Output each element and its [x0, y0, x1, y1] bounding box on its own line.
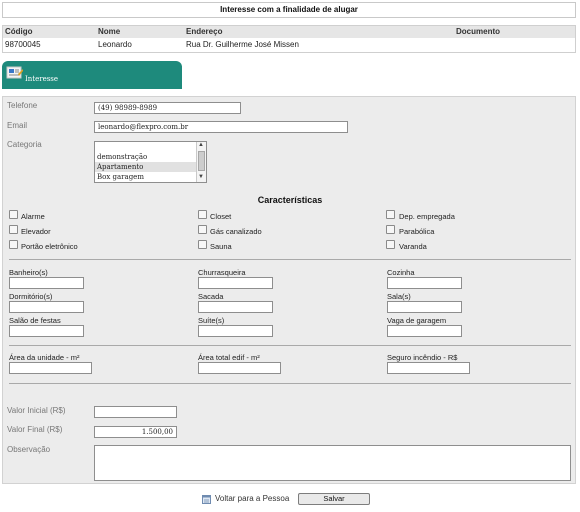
portao-eletronico-label: Portão eletrônico	[21, 242, 78, 251]
col-codigo-header: Código	[5, 27, 33, 36]
valor-final-label: Valor Final (R$)	[7, 425, 63, 434]
valor-inicial-label: Valor Inicial (R$)	[7, 406, 66, 415]
divider	[9, 259, 571, 260]
scroll-thumb[interactable]	[198, 151, 205, 171]
observacao-textarea[interactable]	[94, 445, 571, 481]
sauna-checkbox[interactable]	[198, 240, 207, 249]
col-nome-header: Nome	[98, 27, 121, 36]
categoria-label: Categoria	[7, 140, 42, 149]
client-table: Código Nome Endereço Documento 98700045 …	[2, 25, 576, 53]
cell-nome: Leonardo	[98, 40, 132, 49]
dep-empregada-checkbox[interactable]	[386, 210, 395, 219]
categoria-option[interactable]: demonstração	[95, 152, 196, 162]
caracteristicas-title: Características	[257, 195, 323, 205]
save-button[interactable]: Salvar	[298, 493, 370, 505]
sacada-label: Sacada	[198, 292, 224, 301]
scroll-down-icon[interactable]: ▼	[198, 174, 204, 181]
observacao-label: Observação	[7, 445, 51, 454]
categoria-listbox[interactable]: demonstração Apartamento Box garagem ▲ ▼	[94, 141, 207, 183]
area-total-input[interactable]	[198, 362, 281, 374]
calendar-icon[interactable]	[202, 495, 211, 504]
sacada-input[interactable]	[198, 301, 273, 313]
divider	[9, 383, 571, 384]
parabolica-label: Parabólica	[399, 227, 435, 236]
valor-inicial-input[interactable]	[94, 406, 177, 418]
parabolica-checkbox[interactable]	[386, 225, 395, 234]
col-documento-header: Documento	[456, 27, 500, 36]
cozinha-input[interactable]	[387, 277, 462, 289]
cell-codigo: 98700045	[5, 40, 41, 49]
area-unidade-input[interactable]	[9, 362, 92, 374]
seguro-incendio-input[interactable]	[387, 362, 470, 374]
interest-form-panel: Telefone (49) 98989-8989 Email leonardo@…	[2, 96, 576, 484]
suites-input[interactable]	[198, 325, 273, 337]
vaga-de-garagem-input[interactable]	[387, 325, 462, 337]
categoria-option[interactable]: Box garagem	[95, 172, 196, 182]
gas-canalizado-label: Gás canalizado	[210, 227, 262, 236]
scroll-up-icon[interactable]: ▲	[198, 142, 204, 149]
portao-eletronico-checkbox[interactable]	[9, 240, 18, 249]
varanda-label: Varanda	[399, 242, 427, 251]
salao-de-festas-label: Salão de festas	[9, 316, 61, 325]
email-label: Email	[7, 121, 28, 130]
cell-endereco: Rua Dr. Guilherme José Missen	[186, 40, 299, 49]
churrasqueira-label: Churrasqueira	[198, 268, 246, 277]
telefone-input[interactable]: (49) 98989-8989	[94, 102, 241, 114]
gas-canalizado-checkbox[interactable]	[198, 225, 207, 234]
area-unidade-label: Área da unidade - m²	[9, 353, 80, 362]
categoria-option-selected[interactable]: Apartamento	[95, 162, 196, 172]
salas-input[interactable]	[387, 301, 462, 313]
varanda-checkbox[interactable]	[386, 240, 395, 249]
telefone-label: Telefone	[7, 101, 38, 110]
elevador-checkbox[interactable]	[9, 225, 18, 234]
seguro-incendio-label: Seguro incêndio - R$	[387, 353, 458, 362]
page-title: Interesse com a finalidade de alugar	[2, 2, 576, 18]
dormitorios-label: Dormitório(s)	[9, 292, 53, 301]
table-header: Código Nome Endereço Documento	[3, 26, 575, 38]
email-input[interactable]: leonardo@flexpro.com.br	[94, 121, 348, 133]
form-card-icon	[6, 66, 23, 79]
sauna-label: Sauna	[210, 242, 232, 251]
tab-label: Interesse	[25, 75, 59, 83]
valor-final-input[interactable]: 1.500,00	[94, 426, 177, 438]
closet-label: Closet	[210, 212, 232, 221]
dep-empregada-label: Dep. empregada	[399, 212, 455, 221]
table-row[interactable]: 98700045 Leonardo Rua Dr. Guilherme José…	[3, 39, 575, 52]
closet-checkbox[interactable]	[198, 210, 207, 219]
banheiros-input[interactable]	[9, 277, 84, 289]
back-to-person-link[interactable]: Voltar para a Pessoa	[215, 494, 289, 503]
cozinha-label: Cozinha	[387, 268, 415, 277]
categoria-scrollbar[interactable]: ▲ ▼	[196, 142, 206, 182]
alarme-label: Alarme	[21, 212, 45, 221]
alarme-checkbox[interactable]	[9, 210, 18, 219]
vaga-de-garagem-label: Vaga de garagem	[387, 316, 447, 325]
elevador-label: Elevador	[21, 227, 51, 236]
col-endereco-header: Endereço	[186, 27, 223, 36]
dormitorios-input[interactable]	[9, 301, 84, 313]
salas-label: Sala(s)	[387, 292, 411, 301]
tab-interesse[interactable]: Interesse	[2, 61, 182, 89]
banheiros-label: Banheiro(s)	[9, 268, 48, 277]
churrasqueira-input[interactable]	[198, 277, 273, 289]
salao-de-festas-input[interactable]	[9, 325, 84, 337]
area-total-label: Área total edif - m²	[198, 353, 260, 362]
suites-label: Suíte(s)	[198, 316, 225, 325]
divider	[9, 345, 571, 346]
